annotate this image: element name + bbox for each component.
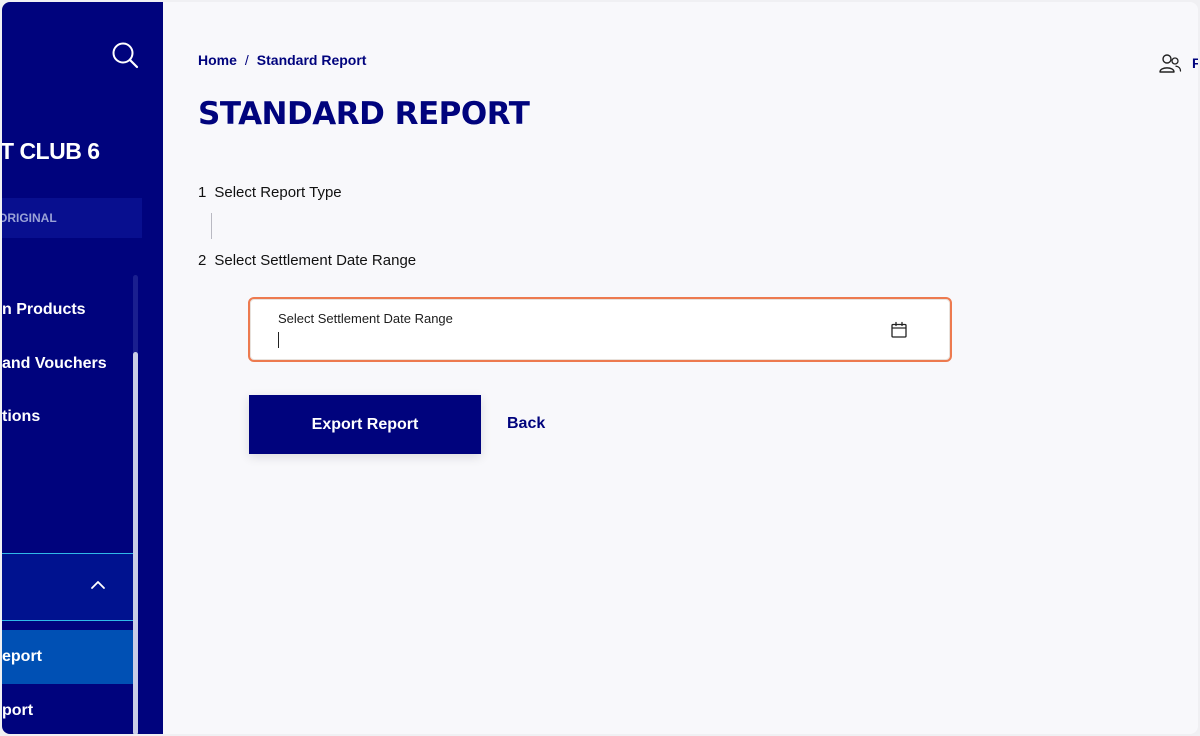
sidebar-subitem-standard-report[interactable]: eport [2,630,133,684]
search-icon[interactable] [110,40,140,70]
step-label: Select Settlement Date Range [214,252,417,269]
sidebar-subitem-report[interactable]: port [2,684,133,734]
breadcrumb-home[interactable]: Home [198,52,237,68]
user-menu[interactable]: F [1158,52,1198,76]
date-field-label: Select Settlement Date Range [278,311,453,326]
step-label: Select Report Type [214,184,342,201]
page-title: STANDARD REPORT [198,96,530,132]
sidebar: T CLUB 6 ORIGINAL n Products and Voucher… [2,2,163,734]
app-window: T CLUB 6 ORIGINAL n Products and Voucher… [2,2,1198,734]
chevron-up-icon[interactable] [89,578,107,592]
breadcrumb: Home / Standard Report [198,52,366,68]
club-name: T CLUB 6 [2,138,100,164]
users-icon[interactable] [1158,54,1182,80]
step-connector [211,213,212,239]
club-tag: ORIGINAL [2,198,142,238]
breadcrumb-separator: / [244,52,249,68]
step-report-type: 1 Select Report Type [198,184,342,201]
breadcrumb-current[interactable]: Standard Report [257,52,367,68]
calendar-icon[interactable] [890,321,908,339]
text-caret [278,332,279,348]
sidebar-item-vouchers[interactable]: and Vouchers [2,355,107,373]
step-number: 1 [198,184,207,201]
step-number: 2 [198,252,207,269]
step-date-range: 2 Select Settlement Date Range [198,252,416,269]
sidebar-item-transactions[interactable]: tions [2,408,40,426]
settlement-date-range-input[interactable]: Select Settlement Date Range [248,297,952,362]
sidebar-item-reports-expanded[interactable] [2,553,134,621]
export-report-button[interactable]: Export Report [249,395,481,454]
user-name[interactable]: F [1192,55,1198,71]
sidebar-item-products[interactable]: n Products [2,301,86,319]
sidebar-scrollbar-thumb[interactable] [133,352,138,734]
back-link[interactable]: Back [507,415,545,433]
